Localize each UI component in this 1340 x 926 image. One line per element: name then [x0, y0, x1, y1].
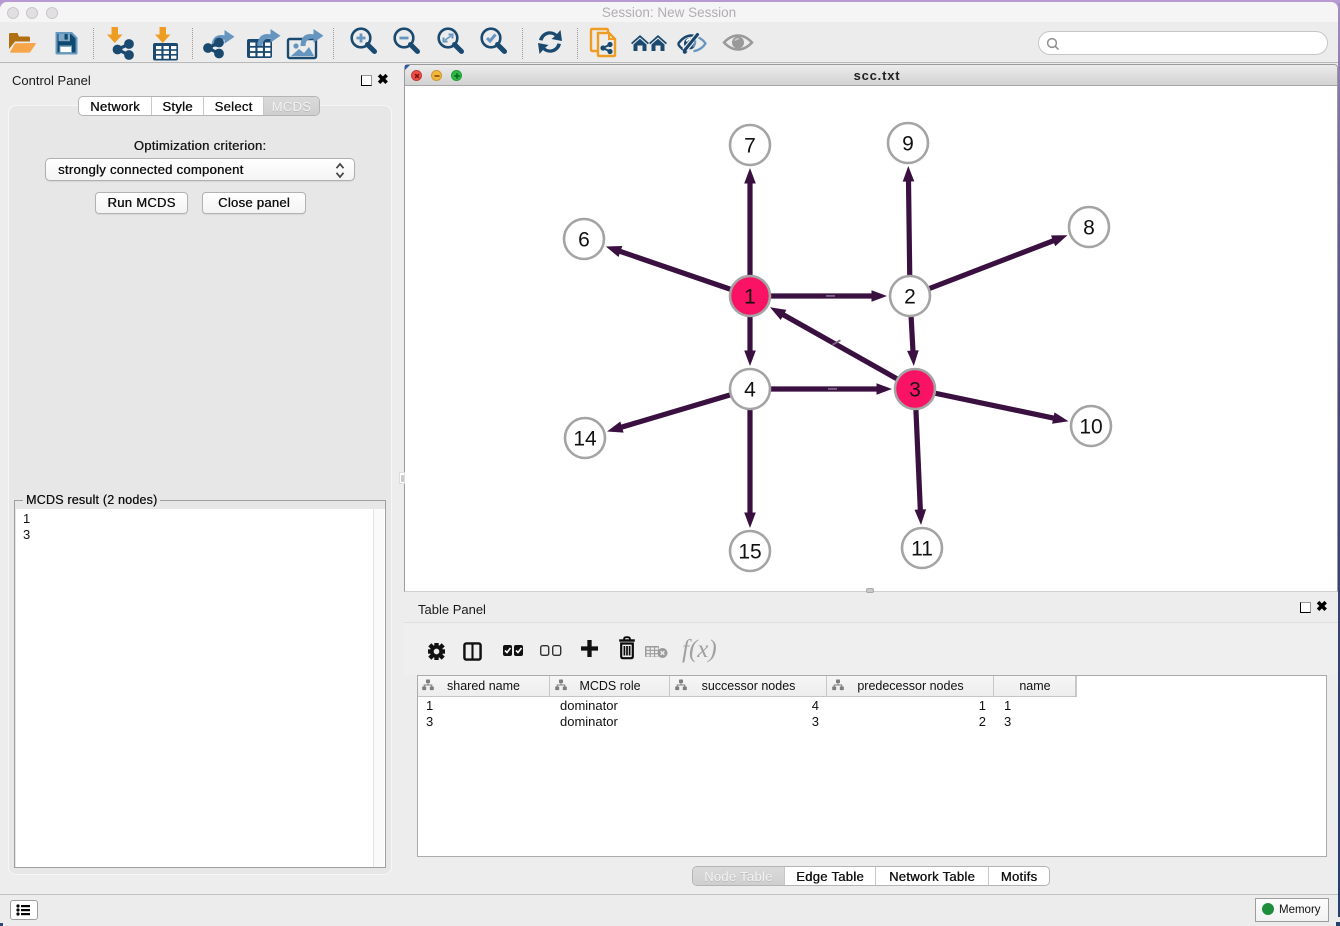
- svg-text:10: 10: [1079, 416, 1102, 439]
- svg-text:15: 15: [738, 541, 761, 564]
- svg-text:11: 11: [911, 538, 933, 561]
- svg-text:8: 8: [1083, 217, 1095, 240]
- svg-text:2: 2: [904, 286, 916, 309]
- svg-text:6: 6: [578, 229, 590, 252]
- svg-text:7: 7: [744, 135, 756, 158]
- svg-text:4: 4: [744, 379, 756, 402]
- svg-text:1: 1: [744, 286, 756, 309]
- svg-text:9: 9: [902, 133, 914, 156]
- svg-text:3: 3: [909, 379, 921, 402]
- svg-text:14: 14: [573, 428, 597, 451]
